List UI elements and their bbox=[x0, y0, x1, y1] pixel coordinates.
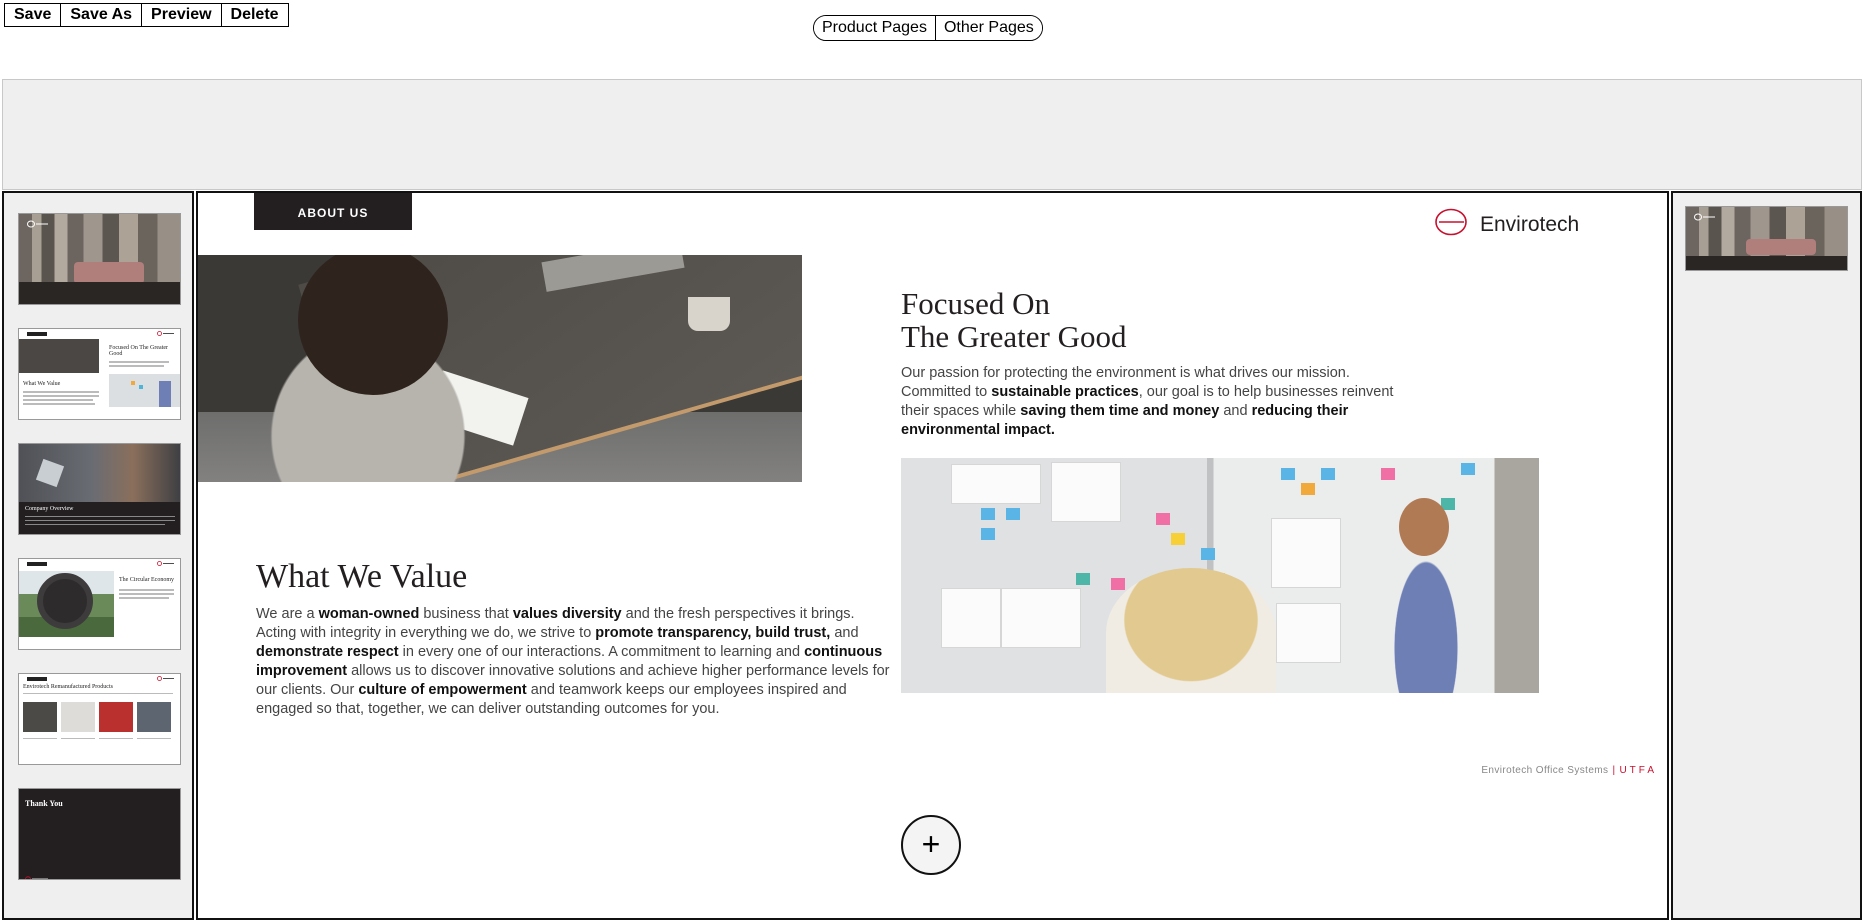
thumbnail-title: Thank You bbox=[25, 799, 63, 808]
thumbnail-logo bbox=[1694, 213, 1716, 223]
brand-name: Envirotech bbox=[1480, 212, 1580, 236]
thumbnail-title: Focused On The Greater Good bbox=[109, 345, 169, 357]
focus-title-line-2: The Greater Good bbox=[901, 319, 1127, 354]
thumbnail-logo bbox=[157, 331, 175, 338]
footer-separator: | bbox=[1612, 765, 1616, 776]
envirotech-e-icon bbox=[1434, 207, 1472, 242]
thumbnail-subtitle: What We Value bbox=[23, 381, 61, 387]
thumbnail-logo bbox=[157, 676, 175, 683]
meeting-photo bbox=[198, 255, 802, 482]
thumbnail-title: The Circular Economy bbox=[119, 577, 174, 583]
tab-other-pages[interactable]: Other Pages bbox=[934, 16, 1042, 40]
focus-title: Focused On The Greater Good bbox=[901, 287, 1127, 353]
value-highlight: culture of empowerment bbox=[358, 682, 527, 698]
value-text: and bbox=[830, 625, 859, 641]
selected-pages-panel[interactable] bbox=[1671, 191, 1862, 920]
thumbnail-logo bbox=[157, 561, 175, 568]
footer-company: Envirotech Office Systems bbox=[1481, 765, 1609, 776]
selected-page-thumbnail[interactable] bbox=[1685, 206, 1848, 271]
whiteboard-photo bbox=[901, 458, 1539, 693]
thumbnail-logo bbox=[27, 220, 49, 230]
value-text: We are a bbox=[256, 606, 319, 622]
focus-text: and bbox=[1219, 403, 1252, 419]
slide-footer: Envirotech Office Systems | UTFA bbox=[1481, 765, 1657, 776]
focus-highlight: sustainable practices bbox=[991, 384, 1139, 400]
slide-thumbnail-3[interactable]: Company Overview bbox=[18, 443, 181, 535]
page-type-toggle: Product Pages Other Pages bbox=[813, 15, 1043, 41]
editor-app: Save Save As Preview Delete Product Page… bbox=[0, 0, 1864, 921]
value-title: What We Value bbox=[256, 558, 468, 595]
slide-thumbnail-5[interactable]: Envirotech Remanufactured Products bbox=[18, 673, 181, 765]
footer-tag: UTFA bbox=[1619, 765, 1657, 776]
save-as-button[interactable]: Save As bbox=[61, 3, 143, 27]
value-highlight: values diversity bbox=[512, 606, 622, 622]
thumbnail-title: Company Overview bbox=[25, 506, 74, 512]
slide-canvas[interactable]: ABOUT US Envirotech Focused On The Great… bbox=[198, 193, 1667, 788]
focus-paragraph: Our passion for protecting the environme… bbox=[901, 364, 1401, 440]
slide-thumbnail-panel[interactable]: Focused On The Greater Good What We Valu… bbox=[2, 191, 194, 920]
value-text: in every one of our interactions. A comm… bbox=[398, 644, 805, 660]
header-banner bbox=[2, 79, 1862, 190]
value-highlight: demonstrate respect bbox=[256, 644, 399, 660]
add-slide-button[interactable]: + bbox=[901, 815, 961, 875]
value-highlight: promote transparency, build trust, bbox=[595, 625, 831, 641]
slide-thumbnail-1[interactable] bbox=[18, 213, 181, 305]
slide-thumbnail-2[interactable]: Focused On The Greater Good What We Valu… bbox=[18, 328, 181, 420]
value-text: business that bbox=[419, 606, 513, 622]
value-paragraph: We are a woman-owned business that value… bbox=[256, 605, 896, 719]
tab-product-pages[interactable]: Product Pages bbox=[814, 16, 935, 40]
preview-button[interactable]: Preview bbox=[142, 3, 222, 27]
toolbar: Save Save As Preview Delete bbox=[4, 3, 289, 27]
focus-title-line-1: Focused On bbox=[901, 286, 1050, 321]
slide-stage: ABOUT US Envirotech Focused On The Great… bbox=[196, 191, 1669, 920]
slide-thumbnail-6[interactable]: Thank You bbox=[18, 788, 181, 880]
focus-highlight: saving them time and money bbox=[1020, 403, 1220, 419]
delete-button[interactable]: Delete bbox=[221, 3, 289, 27]
save-button[interactable]: Save bbox=[4, 3, 62, 27]
section-tag: ABOUT US bbox=[254, 193, 412, 230]
slide-thumbnail-4[interactable]: The Circular Economy bbox=[18, 558, 181, 650]
thumbnail-logo bbox=[25, 869, 49, 879]
thumbnail-title: Envirotech Remanufactured Products bbox=[23, 684, 113, 690]
value-highlight: woman-owned bbox=[318, 606, 420, 622]
brand-logo: Envirotech bbox=[1434, 207, 1579, 242]
